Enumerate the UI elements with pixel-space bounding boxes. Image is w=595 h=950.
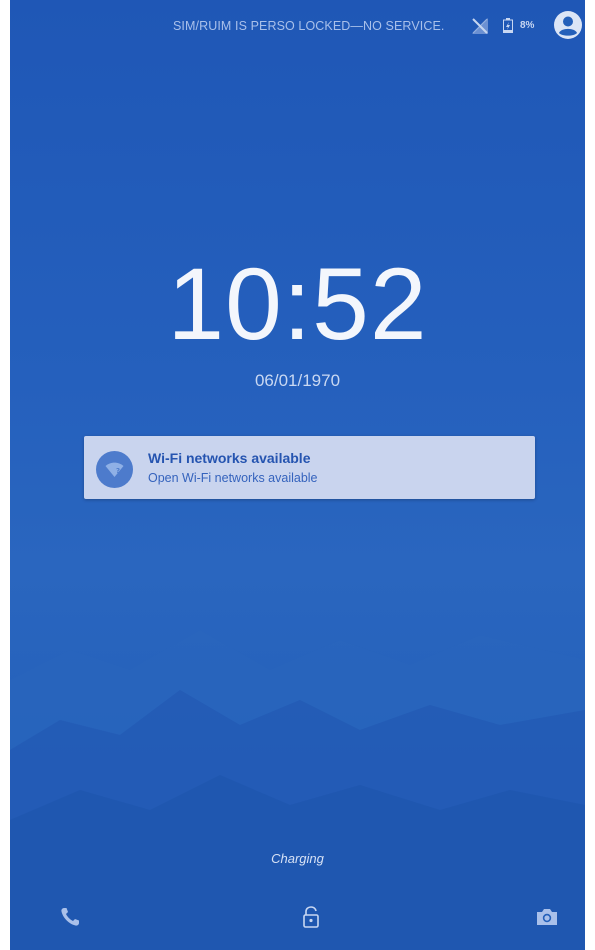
battery-charging-icon <box>503 18 513 33</box>
charging-status: Charging <box>271 851 324 866</box>
notification-text: Open Wi-Fi networks available <box>148 471 318 485</box>
svg-text:?: ? <box>116 467 120 475</box>
notification-title: Wi-Fi networks available <box>148 450 311 466</box>
wifi-notification[interactable]: ? Wi-Fi networks available Open Wi-Fi ne… <box>84 436 535 499</box>
notification-icon-badge: ? <box>96 451 133 488</box>
clock-time: 10:52 <box>167 247 428 361</box>
wifi-icon: ? <box>105 462 124 477</box>
no-signal-icon <box>472 18 488 34</box>
phone-icon[interactable] <box>57 904 83 930</box>
battery-percentage: 8% <box>520 20 535 31</box>
clock-date: 06/01/1970 <box>254 371 341 390</box>
mountain-wallpaper <box>10 630 585 950</box>
status-bar: SIM/RUIM IS PERSO LOCKED—NO SERVICE. 8% <box>10 0 585 52</box>
lock-icon[interactable] <box>298 904 324 930</box>
lock-screen: SIM/RUIM IS PERSO LOCKED—NO SERVICE. 8% … <box>10 0 585 950</box>
carrier-status-text: SIM/RUIM IS PERSO LOCKED—NO SERVICE. <box>173 19 445 33</box>
camera-icon[interactable] <box>534 904 560 930</box>
user-account-icon[interactable] <box>553 10 583 40</box>
